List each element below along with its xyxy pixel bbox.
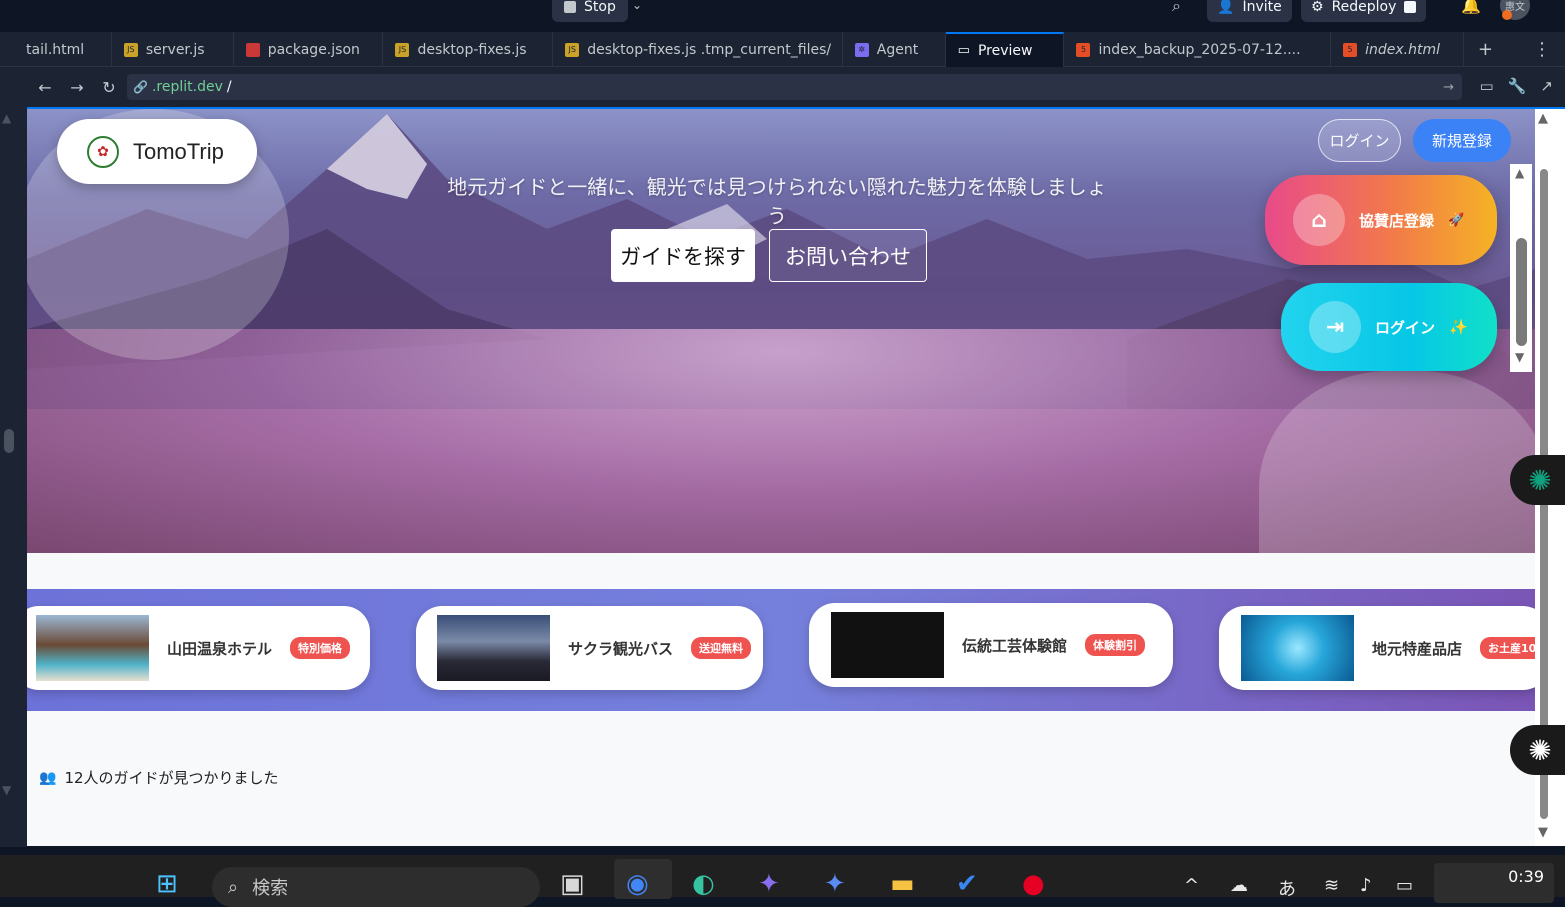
stop-icon — [564, 1, 576, 13]
tab-desktop-fixes-tmp[interactable]: JS desktop-fixes.js .tmp_current_files/ — [553, 32, 843, 67]
tomotrip-emblem-icon: ✿ — [87, 135, 119, 168]
battery-icon[interactable]: ▭ — [1396, 875, 1413, 896]
login-button[interactable]: ログイン — [1318, 119, 1401, 162]
js-file-icon: JS — [565, 42, 580, 57]
windows-taskbar: ⊞ ⌕ 検索 ▣ ◉ ◐ ✦ ✦ ▬ ✔ ● ^ ☁ あ ≋ ♪ ▭ 0:39 — [0, 855, 1565, 907]
wrench-icon[interactable]: 🔧 — [1508, 77, 1527, 95]
copilot-icon[interactable]: ✦ — [758, 869, 780, 899]
js-file-icon: JS — [395, 42, 410, 57]
site-logo[interactable]: ✿ TomoTrip — [57, 119, 257, 184]
tab-desktop-fixes-js[interactable]: JS desktop-fixes.js — [383, 32, 554, 67]
scroll-up-icon[interactable]: ▲ — [2, 111, 11, 125]
stop-button[interactable]: Stop — [552, 0, 628, 22]
hero-section: ✿ TomoTrip 地元ガイドと一緒に、観光では見つけられない隠れた魅力を体験… — [27, 109, 1535, 553]
invite-button[interactable]: 👤 Invite — [1207, 0, 1292, 22]
more-options-icon[interactable]: ⋮ — [1519, 32, 1565, 67]
url-input[interactable]: 🔗 .replit.dev / → — [127, 74, 1462, 100]
scroll-up-icon[interactable]: ▲ — [1515, 166, 1524, 180]
chatgpt-icon[interactable]: ✺ — [1510, 455, 1565, 505]
hotel-image — [36, 615, 149, 681]
link-icon: 🔗 — [133, 80, 148, 94]
chevron-down-icon[interactable]: ⌄ — [632, 0, 642, 12]
tab-preview[interactable]: ▭ Preview — [945, 32, 1065, 67]
system-clock[interactable]: 0:39 — [1434, 863, 1554, 903]
tab-index-html[interactable]: 5 index.html — [1331, 32, 1464, 67]
contact-button[interactable]: お問い合わせ — [769, 229, 927, 282]
go-arrow-icon[interactable]: → — [1443, 80, 1454, 95]
notification-dot — [1502, 10, 1512, 20]
scroll-down-icon[interactable]: ▼ — [2, 783, 11, 797]
tab-index-backup[interactable]: 5 index_backup_2025-07-12.... — [1064, 32, 1332, 67]
chrome-icon[interactable]: ◉ — [626, 869, 649, 899]
agent-icon: ✲ — [854, 42, 869, 57]
search-icon[interactable]: ⌕ — [1172, 0, 1181, 16]
tab-agent[interactable]: ✲ Agent — [843, 32, 946, 67]
file-explorer-icon[interactable]: ▬ — [890, 869, 915, 899]
shop-image — [1241, 615, 1354, 681]
html-file-icon: 5 — [1343, 42, 1358, 57]
sponsor-carousel: 山田温泉ホテル 特別価格 サクラ観光バス 送迎無料 伝統工芸体験館 体験割引 地… — [27, 589, 1535, 711]
login-floating-button[interactable]: ⇥ ログイン ✨ — [1281, 283, 1497, 371]
ime-indicator[interactable]: あ — [1278, 875, 1296, 901]
left-scrollbar-thumb[interactable] — [4, 429, 14, 453]
reload-icon[interactable]: ↻ — [93, 78, 125, 97]
html-file-icon: 5 — [1076, 42, 1091, 57]
external-link-icon[interactable]: ↗ — [1540, 77, 1553, 95]
tab-tail-html[interactable]: tail.html — [0, 32, 112, 67]
redeploy-button[interactable]: ⚙ Redeploy — [1301, 0, 1427, 22]
left-gutter: ▲ ▼ — [0, 67, 27, 847]
sponsor-card[interactable]: 山田温泉ホテル 特別価格 — [27, 606, 370, 690]
login-arrow-icon: ⇥ — [1309, 301, 1361, 353]
sponsor-card[interactable]: 伝統工芸体験館 体験割引 — [809, 603, 1173, 687]
scroll-down-icon[interactable]: ▼ — [1538, 825, 1548, 840]
openai-icon[interactable]: ✺ — [1510, 725, 1565, 775]
copilot-app-icon[interactable]: ✦ — [824, 869, 846, 899]
devtools-icon[interactable]: ▭ — [1480, 77, 1494, 95]
rocket-icon: 🚀 — [1448, 212, 1465, 228]
preview-urlbar: ← → ↻ 🔗 .replit.dev / → ▭ 🔧 ↗ — [27, 67, 1565, 107]
floating-panel-scrollbar[interactable]: ▲ ▼ — [1510, 164, 1532, 372]
guides-found-label: 👥 12人のガイドが見つかりました — [39, 769, 279, 787]
find-guide-button[interactable]: ガイドを探す — [611, 229, 755, 282]
craft-image — [831, 612, 944, 678]
scroll-up-icon[interactable]: ▲ — [1538, 111, 1548, 126]
pinterest-icon[interactable]: ● — [1022, 869, 1045, 899]
volume-icon[interactable]: ♪ — [1360, 875, 1372, 896]
json-file-icon — [245, 42, 260, 57]
bell-icon[interactable]: 🔔 — [1461, 0, 1481, 15]
editor-tabs: tail.html JS server.js package.json JS des… — [0, 32, 1565, 67]
edge-icon[interactable]: ◐ — [692, 869, 715, 899]
scrollbar-thumb[interactable] — [1516, 238, 1527, 346]
bus-image — [437, 615, 550, 681]
tab-server-js[interactable]: JS server.js — [112, 32, 234, 67]
sparkle-icon: ✨ — [1449, 318, 1468, 336]
store-icon: ⌂ — [1293, 194, 1345, 246]
chevron-up-icon[interactable]: ^ — [1184, 875, 1199, 896]
task-view-icon[interactable]: ▣ — [560, 869, 585, 899]
js-file-icon: JS — [123, 42, 138, 57]
taskbar-search[interactable]: ⌕ 検索 — [212, 867, 540, 907]
windows-start-icon[interactable]: ⊞ — [156, 869, 178, 899]
sponsor-card[interactable]: サクラ観光バス 送迎無料 — [416, 606, 763, 690]
new-tab-icon[interactable]: + — [1464, 32, 1507, 67]
add-user-icon: 👤 — [1217, 0, 1235, 15]
back-icon[interactable]: ← — [29, 78, 61, 97]
sponsor-register-button[interactable]: ⌂ 協賛店登録 🚀 — [1265, 175, 1497, 265]
preview-viewport: ✿ TomoTrip 地元ガイドと一緒に、観光では見つけられない隠れた魅力を体験… — [27, 109, 1535, 846]
ide-topbar: Stop ⌄ ⌕ 👤 Invite ⚙ Redeploy 🔔 惠文 — [0, 0, 1565, 32]
deploy-icon: ⚙ — [1311, 0, 1324, 15]
weather-icon[interactable]: ☁ — [1230, 875, 1248, 896]
monitor-icon: ▭ — [957, 43, 970, 58]
todo-icon[interactable]: ✔ — [956, 869, 978, 899]
scroll-down-icon[interactable]: ▼ — [1515, 350, 1524, 364]
hero-subtitle: 地元ガイドと一緒に、観光では見つけられない隠れた魅力を体験しましょう — [447, 175, 1107, 228]
signup-button[interactable]: 新規登録 — [1413, 119, 1511, 162]
users-icon: 👥 — [39, 769, 57, 786]
sponsor-card[interactable]: 地元特産品店 お土産10 — [1219, 606, 1535, 690]
tab-package-json[interactable]: package.json — [234, 32, 384, 67]
wifi-icon[interactable]: ≋ — [1324, 875, 1339, 896]
deploy-status-icon — [1404, 1, 1417, 13]
search-icon: ⌕ — [228, 876, 239, 898]
forward-icon[interactable]: → — [61, 78, 93, 97]
